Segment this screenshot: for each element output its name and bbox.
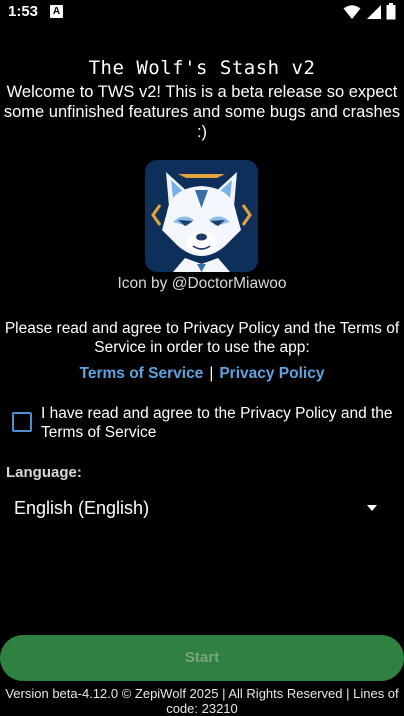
status-icons — [343, 3, 396, 21]
wifi-icon — [343, 5, 361, 19]
battery-icon — [386, 3, 396, 20]
notification-icon-letter: A — [52, 6, 61, 17]
status-time: 1:53 — [8, 3, 39, 20]
consent-label[interactable]: I have read and agree to the Privacy Pol… — [41, 404, 396, 442]
welcome-message: Welcome to TWS v2! This is a beta releas… — [3, 83, 401, 141]
version-footer: Version beta-4.12.0 © ZepiWolf 2025 | Al… — [5, 686, 399, 716]
language-selected-value: English (English) — [14, 498, 150, 518]
notification-icon: A — [50, 5, 63, 18]
dropdown-arrow-icon — [367, 505, 377, 511]
start-button[interactable]: Start — [0, 635, 404, 681]
language-dropdown[interactable]: English (English) — [0, 490, 404, 528]
link-separator: | — [209, 365, 214, 382]
language-label: Language: — [6, 464, 82, 481]
wolf-logo-icon — [145, 160, 258, 272]
policy-links: Terms of Service | Privacy Policy — [0, 365, 404, 383]
signal-icon — [366, 4, 381, 19]
status-bar: 1:53 A — [0, 0, 404, 24]
privacy-policy-link[interactable]: Privacy Policy — [219, 365, 324, 382]
icon-credit: Icon by @DoctorMiawoo — [117, 275, 287, 292]
terms-of-service-link[interactable]: Terms of Service — [80, 365, 204, 382]
consent-checkbox[interactable] — [12, 412, 32, 432]
agreement-prompt: Please read and agree to Privacy Policy … — [4, 320, 400, 356]
app-title: The Wolf's Stash v2 — [88, 57, 316, 79]
